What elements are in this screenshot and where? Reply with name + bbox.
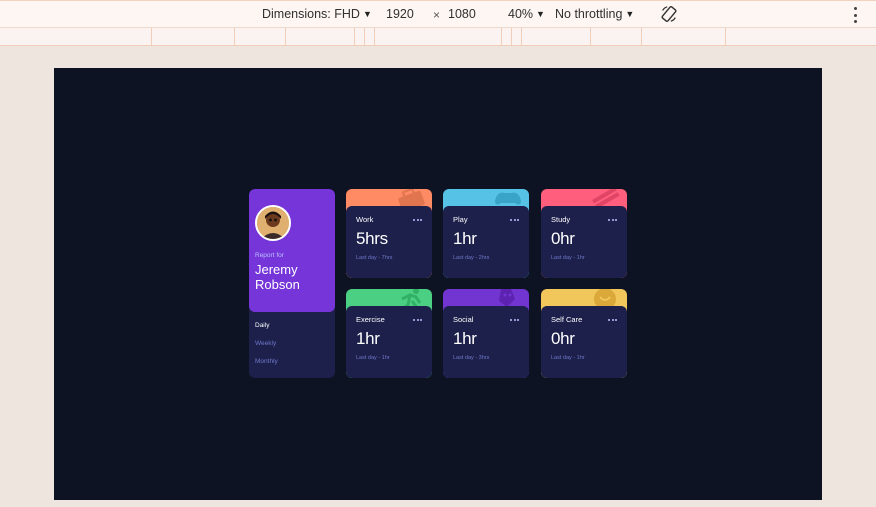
media-query-bar[interactable] [0, 28, 876, 46]
activity-hours: 0hr [551, 229, 575, 248]
activity-title: Social [453, 315, 474, 324]
timeframe-daily[interactable]: Daily [255, 322, 278, 329]
throttling-dropdown[interactable]: No throttling ▼ [555, 7, 634, 21]
height-input[interactable]: 1080 [448, 7, 476, 21]
activity-hours: 1hr [453, 229, 477, 248]
activity-card-play: Play 1hr Last day - 2hrs [443, 189, 529, 278]
activity-card-body: Work 5hrs Last day - 7hrs [346, 206, 432, 278]
activity-card-study: Study 0hr Last day - 1hr [541, 189, 627, 278]
timeframe-monthly[interactable]: Monthly [255, 358, 278, 365]
activity-card-body: Exercise 1hr Last day - 1hr [346, 306, 432, 378]
devtools-toolbar: Dimensions: FHD ▼ 1920 × 1080 40% ▼ No t… [0, 0, 876, 28]
ellipsis-icon[interactable] [510, 318, 519, 321]
ellipsis-icon[interactable] [510, 218, 519, 221]
more-options-icon[interactable] [854, 7, 858, 23]
chevron-down-icon: ▼ [625, 9, 635, 19]
activity-hours: 1hr [356, 329, 380, 348]
activity-card-social: Social 1hr Last day - 3hrs [443, 289, 529, 378]
activity-card-work: Work 5hrs Last day - 7hrs [346, 189, 432, 278]
zoom-label: 40% [508, 7, 534, 21]
activity-title: Exercise [356, 315, 385, 324]
activity-title: Self Care [551, 315, 583, 324]
activity-card-body: Self Care 0hr Last day - 1hr [541, 306, 627, 378]
activity-card-self-care: Self Care 0hr Last day - 1hr [541, 289, 627, 378]
activity-hours: 5hrs [356, 229, 388, 248]
ellipsis-icon[interactable] [608, 218, 617, 221]
activity-previous: Last day - 3hrs [453, 355, 490, 361]
times-icon: × [433, 8, 441, 22]
throttling-label: No throttling [555, 7, 623, 21]
rotate-button[interactable] [660, 5, 678, 23]
rotate-icon [661, 6, 677, 22]
activity-hours: 1hr [453, 329, 477, 348]
activity-card-body: Play 1hr Last day - 2hrs [443, 206, 529, 278]
profile-card: Report for Jeremy Robson Daily Weekly Mo… [249, 189, 335, 378]
activity-card-body: Social 1hr Last day - 3hrs [443, 306, 529, 378]
activity-title: Work [356, 215, 374, 224]
activity-previous: Last day - 2hrs [453, 255, 490, 261]
activity-previous: Last day - 1hr [551, 355, 585, 361]
user-avatar-icon [257, 207, 289, 239]
activity-card-exercise: Exercise 1hr Last day - 1hr [346, 289, 432, 378]
dimensions-dropdown[interactable]: Dimensions: FHD ▼ [262, 7, 372, 21]
ellipsis-icon[interactable] [608, 318, 617, 321]
activity-previous: Last day - 7hrs [356, 255, 393, 261]
report-for-label: Report for [255, 252, 284, 259]
user-name: Jeremy Robson [255, 262, 329, 292]
width-input[interactable]: 1920 [386, 7, 414, 21]
zoom-dropdown[interactable]: 40% ▼ [508, 7, 545, 21]
user-first-name: Jeremy [255, 262, 298, 277]
avatar [255, 205, 291, 241]
activity-title: Study [551, 215, 571, 224]
chevron-down-icon: ▼ [536, 9, 545, 19]
timeframe-weekly[interactable]: Weekly [255, 340, 278, 347]
emulated-viewport: Report for Jeremy Robson Daily Weekly Mo… [54, 68, 822, 500]
ellipsis-icon[interactable] [413, 318, 422, 321]
user-last-name: Robson [255, 277, 300, 292]
activity-card-body: Study 0hr Last day - 1hr [541, 206, 627, 278]
activity-hours: 0hr [551, 329, 575, 348]
chevron-down-icon: ▼ [362, 9, 372, 19]
dimensions-label: Dimensions: FHD [262, 7, 360, 21]
activity-previous: Last day - 1hr [551, 255, 585, 261]
timeframe-list: Daily Weekly Monthly [255, 322, 278, 376]
activity-previous: Last day - 1hr [356, 355, 390, 361]
profile-header: Report for Jeremy Robson [249, 189, 335, 312]
activity-title: Play [453, 215, 468, 224]
ellipsis-icon[interactable] [413, 218, 422, 221]
